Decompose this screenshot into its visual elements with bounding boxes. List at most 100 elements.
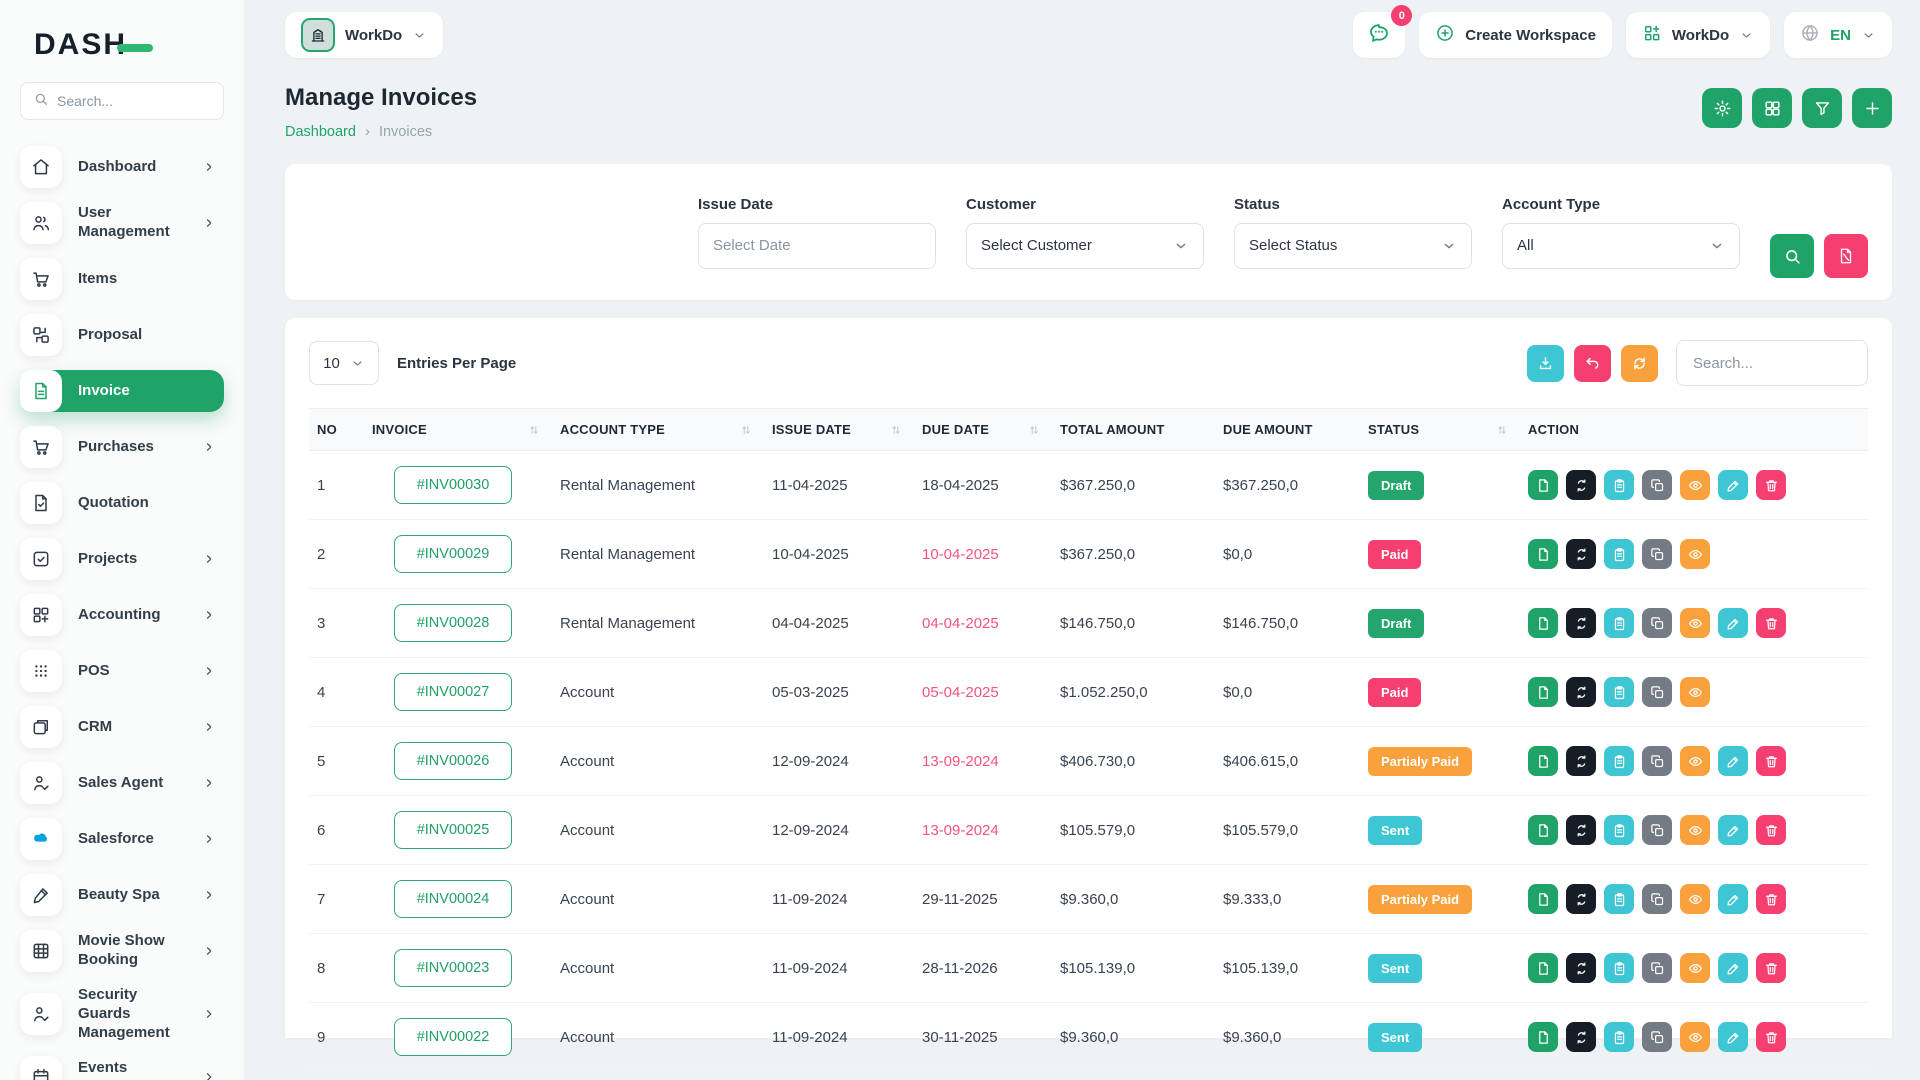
undo-button[interactable] [1574, 345, 1611, 382]
eye-action-button[interactable] [1680, 815, 1710, 845]
templates-button[interactable] [1752, 88, 1792, 128]
messages-button[interactable]: 0 [1353, 12, 1405, 58]
trash-action-button[interactable] [1756, 746, 1786, 776]
sidebar-search-input[interactable] [57, 93, 211, 109]
pencil-action-button[interactable] [1718, 1022, 1748, 1052]
swap-action-button[interactable] [1566, 746, 1596, 776]
eye-action-button[interactable] [1680, 746, 1710, 776]
invoice-number-link[interactable]: #INV00023 [394, 949, 512, 987]
trash-action-button[interactable] [1756, 884, 1786, 914]
file-action-button[interactable] [1528, 953, 1558, 983]
trash-action-button[interactable] [1756, 608, 1786, 638]
clipboard-action-button[interactable] [1604, 1022, 1634, 1052]
trash-action-button[interactable] [1756, 815, 1786, 845]
user-menu[interactable]: WorkDo [1626, 12, 1770, 58]
export-button[interactable] [1527, 345, 1564, 382]
brand-logo[interactable]: DASH [20, 14, 224, 82]
clipboard-action-button[interactable] [1604, 953, 1634, 983]
clipboard-action-button[interactable] [1604, 677, 1634, 707]
column-header-status[interactable]: STATUS [1360, 409, 1520, 451]
create-invoice-button[interactable] [1852, 88, 1892, 128]
file-action-button[interactable] [1528, 470, 1558, 500]
invoice-number-link[interactable]: #INV00022 [394, 1018, 512, 1056]
copy-action-button[interactable] [1642, 539, 1672, 569]
copy-action-button[interactable] [1642, 470, 1672, 500]
invoice-number-link[interactable]: #INV00026 [394, 742, 512, 780]
clipboard-action-button[interactable] [1604, 539, 1634, 569]
column-header-invoice[interactable]: INVOICE [364, 409, 552, 451]
column-header-account-type[interactable]: ACCOUNT TYPE [552, 409, 764, 451]
eye-action-button[interactable] [1680, 539, 1710, 569]
swap-action-button[interactable] [1566, 677, 1596, 707]
clipboard-action-button[interactable] [1604, 470, 1634, 500]
column-header-due-date[interactable]: DUE DATE [914, 409, 1052, 451]
clipboard-action-button[interactable] [1604, 746, 1634, 776]
breadcrumb-dashboard[interactable]: Dashboard [285, 124, 356, 140]
copy-action-button[interactable] [1642, 677, 1672, 707]
sidebar-item-invoice[interactable]: Invoice [20, 370, 224, 412]
pencil-action-button[interactable] [1718, 608, 1748, 638]
issue-date-input[interactable] [713, 237, 921, 254]
invoice-number-link[interactable]: #INV00025 [394, 811, 512, 849]
swap-action-button[interactable] [1566, 470, 1596, 500]
copy-action-button[interactable] [1642, 746, 1672, 776]
invoice-number-link[interactable]: #INV00028 [394, 604, 512, 642]
file-action-button[interactable] [1528, 608, 1558, 638]
invoice-number-link[interactable]: #INV00030 [394, 466, 512, 504]
sidebar-item-accounting[interactable]: Accounting [20, 594, 224, 636]
copy-action-button[interactable] [1642, 953, 1672, 983]
swap-action-button[interactable] [1566, 608, 1596, 638]
swap-action-button[interactable] [1566, 884, 1596, 914]
clipboard-action-button[interactable] [1604, 608, 1634, 638]
file-action-button[interactable] [1528, 884, 1558, 914]
pencil-action-button[interactable] [1718, 815, 1748, 845]
pencil-action-button[interactable] [1718, 746, 1748, 776]
pencil-action-button[interactable] [1718, 470, 1748, 500]
table-search-input[interactable] [1676, 340, 1868, 386]
invoice-number-link[interactable]: #INV00024 [394, 880, 512, 918]
eye-action-button[interactable] [1680, 884, 1710, 914]
settings-button[interactable] [1702, 88, 1742, 128]
file-action-button[interactable] [1528, 539, 1558, 569]
trash-action-button[interactable] [1756, 470, 1786, 500]
trash-action-button[interactable] [1756, 953, 1786, 983]
eye-action-button[interactable] [1680, 608, 1710, 638]
apply-filter-button[interactable] [1770, 234, 1814, 278]
trash-action-button[interactable] [1756, 1022, 1786, 1052]
swap-action-button[interactable] [1566, 953, 1596, 983]
pencil-action-button[interactable] [1718, 953, 1748, 983]
create-workspace-button[interactable]: Create Workspace [1419, 12, 1612, 58]
customer-select[interactable]: Select Customer [966, 223, 1204, 269]
filter-button[interactable] [1802, 88, 1842, 128]
sidebar-item-quotation[interactable]: Quotation [20, 482, 224, 524]
sidebar-item-beauty-spa[interactable]: Beauty Spa [20, 874, 224, 916]
workspace-switcher[interactable]: WorkDo [285, 12, 443, 58]
pencil-action-button[interactable] [1718, 884, 1748, 914]
sidebar-item-sales-agent[interactable]: Sales Agent [20, 762, 224, 804]
sidebar-item-user-management[interactable]: User Management [20, 202, 224, 244]
copy-action-button[interactable] [1642, 608, 1672, 638]
swap-action-button[interactable] [1566, 1022, 1596, 1052]
column-header-issue-date[interactable]: ISSUE DATE [764, 409, 914, 451]
eye-action-button[interactable] [1680, 953, 1710, 983]
swap-action-button[interactable] [1566, 815, 1596, 845]
copy-action-button[interactable] [1642, 1022, 1672, 1052]
file-action-button[interactable] [1528, 746, 1558, 776]
refresh-button[interactable] [1621, 345, 1658, 382]
sidebar-item-proposal[interactable]: Proposal [20, 314, 224, 356]
eye-action-button[interactable] [1680, 677, 1710, 707]
invoice-number-link[interactable]: #INV00027 [394, 673, 512, 711]
sidebar-item-dashboard[interactable]: Dashboard [20, 146, 224, 188]
sidebar-item-projects[interactable]: Projects [20, 538, 224, 580]
eye-action-button[interactable] [1680, 1022, 1710, 1052]
file-action-button[interactable] [1528, 1022, 1558, 1052]
clipboard-action-button[interactable] [1604, 884, 1634, 914]
sidebar-item-events-management[interactable]: Events Management [20, 1056, 224, 1080]
clipboard-action-button[interactable] [1604, 815, 1634, 845]
sidebar-item-items[interactable]: Items [20, 258, 224, 300]
sidebar-item-salesforce[interactable]: Salesforce [20, 818, 224, 860]
reset-filter-button[interactable] [1824, 234, 1868, 278]
sidebar-item-crm[interactable]: CRM [20, 706, 224, 748]
sidebar-item-movie-show-booking[interactable]: Movie Show Booking [20, 930, 224, 972]
sidebar-item-security-guards-management[interactable]: Security Guards Management [20, 986, 224, 1042]
